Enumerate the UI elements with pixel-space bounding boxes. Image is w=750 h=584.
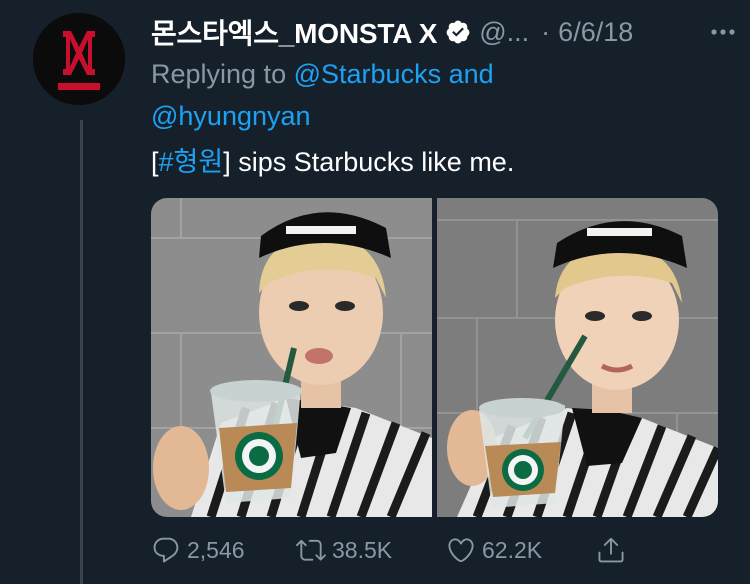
- tweet-actions: 2,546 38.5K 62.2K: [151, 530, 741, 570]
- retweet-icon: [296, 535, 326, 565]
- photo-1[interactable]: [151, 198, 432, 517]
- monsta-x-logo: [33, 13, 125, 105]
- more-icon[interactable]: [707, 16, 739, 48]
- like-icon: [446, 535, 476, 565]
- retweet-count: 38.5K: [332, 536, 393, 563]
- share-button[interactable]: [596, 535, 626, 565]
- hashtag-link[interactable]: #형원: [159, 147, 224, 177]
- author-display-name[interactable]: 몬스타엑스_MONSTA X: [151, 12, 437, 52]
- reply-icon: [151, 535, 181, 565]
- like-count: 62.2K: [482, 536, 543, 563]
- mention-hyungnyan[interactable]: @hyungnyan: [151, 101, 311, 131]
- retweet-button[interactable]: 38.5K: [296, 535, 392, 565]
- reply-button[interactable]: 2,546: [151, 535, 245, 565]
- tweet-date[interactable]: 6/6/18: [558, 17, 633, 48]
- thread-line: [80, 120, 83, 584]
- bracket-open: [: [151, 147, 159, 177]
- mention-starbucks[interactable]: @Starbucks and: [294, 59, 494, 89]
- photo-2[interactable]: [437, 198, 718, 517]
- verified-badge-icon: [445, 19, 471, 45]
- tweet-text: [#형원] sips Starbucks like me.: [151, 142, 514, 182]
- like-button[interactable]: 62.2K: [446, 535, 542, 565]
- avatar[interactable]: [33, 13, 125, 105]
- replying-to-prefix: Replying to: [151, 59, 287, 89]
- tweet-header: 몬스타엑스_MONSTA X @... · 6/6/18: [151, 10, 741, 54]
- replying-to: Replying to @Starbucks and @hyungnyan: [151, 53, 711, 137]
- bracket-close: ]: [223, 147, 231, 177]
- header-separator: ·: [541, 16, 551, 47]
- reply-count: 2,546: [187, 536, 245, 563]
- author-handle[interactable]: @...: [479, 17, 529, 48]
- share-icon: [596, 535, 626, 565]
- tweet[interactable]: 몬스타엑스_MONSTA X @... · 6/6/18 Replying to…: [0, 0, 750, 584]
- tweet-body: sips Starbucks like me.: [230, 147, 515, 177]
- media-grid: [151, 198, 718, 517]
